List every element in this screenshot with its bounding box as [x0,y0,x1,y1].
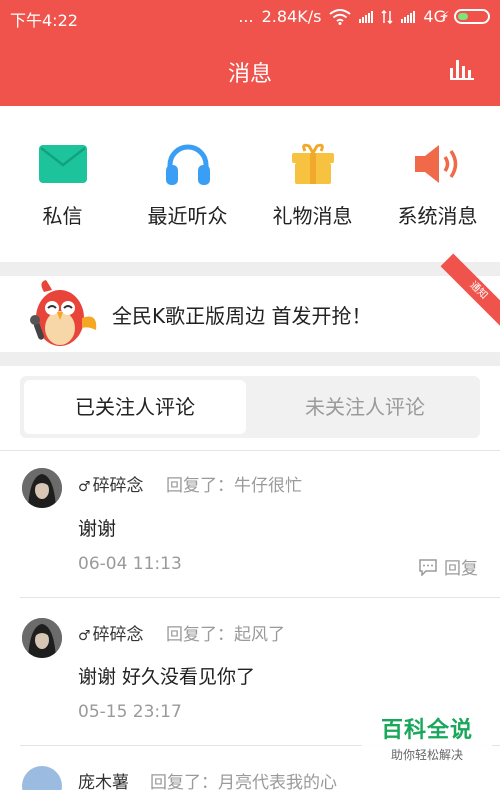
comment-time: 06-04 11:13 [78,554,182,574]
comment-time: 05-15 23:17 [78,702,182,722]
wifi-icon [329,8,352,25]
tab-followed-comments[interactable]: 已关注人评论 [24,380,246,434]
quick-item-label: 最近听众 [147,204,228,228]
quick-item-private-message[interactable]: 私信 [0,142,125,229]
watermark: 百科全说 助你轻松解决 [362,706,492,768]
reply-button[interactable]: 回复 [418,554,478,579]
battery-charging-icon: ⚡ [441,9,490,24]
bar-chart-icon[interactable] [450,60,476,80]
quick-item-label: 礼物消息 [272,204,353,228]
avatar[interactable] [22,618,62,658]
message-item[interactable]: ♂ 碎碎念 回复了：牛仔很忙 谢谢 06-04 11:13 回复 [0,450,500,598]
reply-target: 起风了 [234,625,285,645]
status-bar: 下午4:22 ... 2.84K/s 4G ⚡ [0,0,500,34]
reply-info: 回复了：牛仔很忙 [166,471,302,496]
charging-bolt-icon: ⚡ [441,9,450,23]
quick-item-label: 私信 [42,204,83,228]
section-gap [0,262,500,276]
signal-icon [359,10,374,23]
guitar-icon: ♂ [78,479,91,495]
quick-item-gift-messages[interactable]: 礼物消息 [250,142,375,229]
username-text: 碎碎念 [92,625,144,645]
comment-tabs: 已关注人评论 未关注人评论 [20,376,480,438]
speaker-icon [375,142,500,186]
quick-item-recent-listeners[interactable]: 最近听众 [125,142,250,229]
username[interactable]: ♂ 碎碎念 [78,471,144,496]
gift-icon [250,142,375,186]
banner-text: 全民K歌正版周边 首发开抢！ [112,304,372,328]
username[interactable]: 庞木薯 [78,768,129,790]
app-header: 消息 [0,34,500,106]
quick-item-label: 系统消息 [397,204,478,228]
section-gap [0,352,500,366]
watermark-title: 百科全说 [380,718,473,743]
headphones-icon [125,142,250,186]
username-text: 庞木薯 [78,773,129,790]
reply-target: 牛仔很忙 [234,476,302,496]
reply-button-label: 回复 [444,559,478,579]
avatar[interactable] [22,468,62,508]
comment-icon [419,558,437,576]
quick-menu: 私信 最近听众 礼物消息 系统消息 [0,106,500,262]
reply-label: 回复了： [150,773,218,790]
status-right: ... 2.84K/s 4G ⚡ [238,7,490,26]
mail-icon [0,142,125,186]
page-title: 消息 [227,62,272,87]
parrot-mascot-icon [24,278,102,354]
reply-info: 回复了：月亮代表我的心 [150,768,337,790]
promo-banner[interactable]: 全民K歌正版周边 首发开抢！ 通知 [0,253,500,354]
reply-label: 回复了： [166,625,234,645]
avatar[interactable] [22,766,62,790]
watermark-subtitle: 助你轻松解决 [390,748,463,762]
tab-unfollowed-comments[interactable]: 未关注人评论 [254,380,476,434]
username-text: 碎碎念 [92,476,144,496]
guitar-icon: ♂ [78,628,91,644]
signal-icon-2 [401,10,416,23]
username[interactable]: ♂ 碎碎念 [78,620,144,645]
network-speed: 2.84K/s [261,7,322,26]
comment-content: 谢谢 好久没看见你了 [78,666,256,688]
comment-content: 谢谢 [78,518,117,540]
reply-info: 回复了：起风了 [166,620,285,645]
transfer-icon [381,9,393,24]
reply-label: 回复了： [166,476,234,496]
status-time: 下午4:22 [10,11,78,30]
reply-target: 月亮代表我的心 [218,773,337,790]
more-dots: ... [238,7,254,26]
quick-item-system-messages[interactable]: 系统消息 [375,142,500,229]
battery-fill [458,13,468,20]
